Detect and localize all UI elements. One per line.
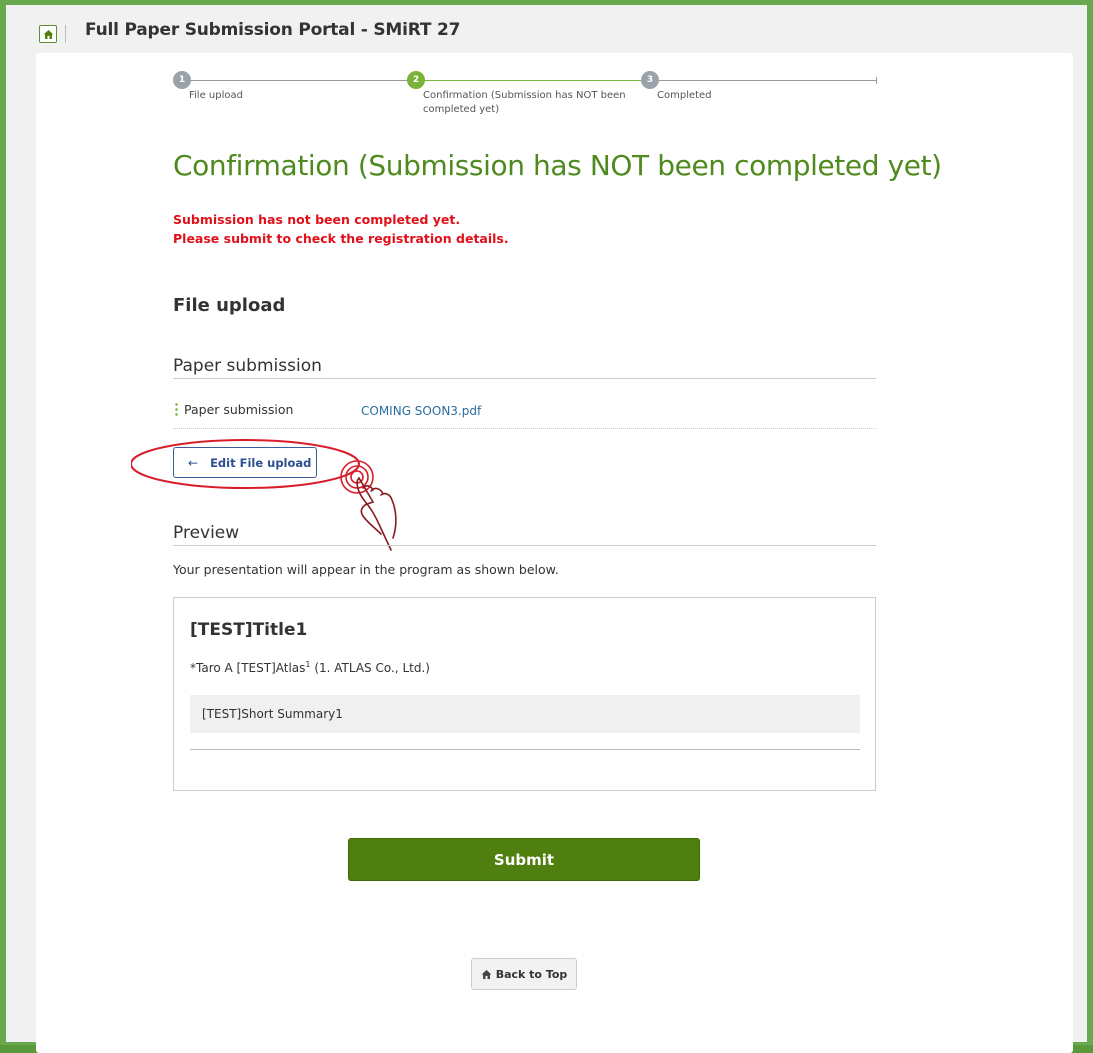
section-title-file-upload: File upload — [173, 295, 286, 316]
back-to-top-label: Back to Top — [495, 967, 568, 981]
preview-authors: *Taro A [TEST]Atlas1 (1. ATLAS Co., Ltd.… — [190, 660, 430, 675]
submit-button[interactable]: Submit — [348, 838, 700, 881]
edit-file-upload-label: Edit File upload — [210, 455, 312, 470]
preview-description: Your presentation will appear in the pro… — [173, 562, 559, 577]
author-name: *Taro A [TEST]Atlas — [190, 661, 306, 675]
warning-line-1: Submission has not been completed yet. — [173, 212, 461, 227]
step-1-number: 1 — [178, 75, 186, 85]
app-title: Full Paper Submission Portal - SMiRT 27 — [85, 20, 461, 40]
uploaded-file-link[interactable]: COMING SOON3.pdf — [361, 404, 481, 418]
stepper-line-1 — [182, 80, 416, 81]
preview-title: [TEST]Title1 — [190, 620, 308, 640]
step-3-number: 3 — [646, 75, 654, 85]
field-row-paper-submission: Paper submission COMING SOON3.pdf — [173, 392, 876, 429]
edit-file-upload-button[interactable]: ← Edit File upload — [173, 447, 317, 478]
step-1-label: File upload — [189, 90, 243, 101]
preview-summary: [TEST]Short Summary1 — [190, 695, 860, 733]
warning-line-2: Please submit to check the registration … — [173, 231, 509, 246]
home-button[interactable] — [39, 25, 57, 43]
stepper-line-3 — [650, 80, 876, 81]
field-label: Paper submission — [184, 402, 294, 417]
author-affiliation: (1. ATLAS Co., Ltd.) — [310, 661, 430, 675]
step-3-circle: 3 — [641, 71, 659, 89]
app-frame: Full Paper Submission Portal - SMiRT 27 … — [0, 0, 1093, 1053]
subheading-paper-submission: Paper submission — [173, 356, 876, 379]
field-marker-icon — [175, 402, 178, 418]
page-title: Confirmation (Submission has NOT been co… — [173, 149, 942, 182]
topbar-divider — [65, 25, 66, 43]
step-2-label: Confirmation (Submission has NOT been co… — [423, 90, 626, 115]
main-card — [36, 53, 1073, 1053]
stepper-end-tick — [876, 77, 877, 84]
top-bar: Full Paper Submission Portal - SMiRT 27 — [6, 5, 1087, 53]
back-to-top-button[interactable]: Back to Top — [471, 958, 577, 990]
step-1-circle: 1 — [173, 71, 191, 89]
subheading-preview: Preview — [173, 523, 876, 546]
home-icon — [43, 29, 53, 39]
arrow-left-icon: ← — [188, 455, 199, 470]
warning-message: Submission has not been completed yet. P… — [173, 210, 509, 248]
preview-summary-text: [TEST]Short Summary1 — [202, 707, 343, 721]
step-2-number: 2 — [412, 75, 420, 85]
preview-panel: [TEST]Title1 *Taro A [TEST]Atlas1 (1. AT… — [173, 597, 876, 791]
progress-stepper: 1 File upload 2 Confirmation (Submission… — [172, 67, 877, 127]
step-3-label: Completed — [657, 90, 712, 101]
home-icon — [481, 969, 492, 979]
preview-divider — [190, 749, 860, 750]
step-2-circle: 2 — [407, 71, 425, 89]
stepper-line-2 — [416, 80, 650, 81]
